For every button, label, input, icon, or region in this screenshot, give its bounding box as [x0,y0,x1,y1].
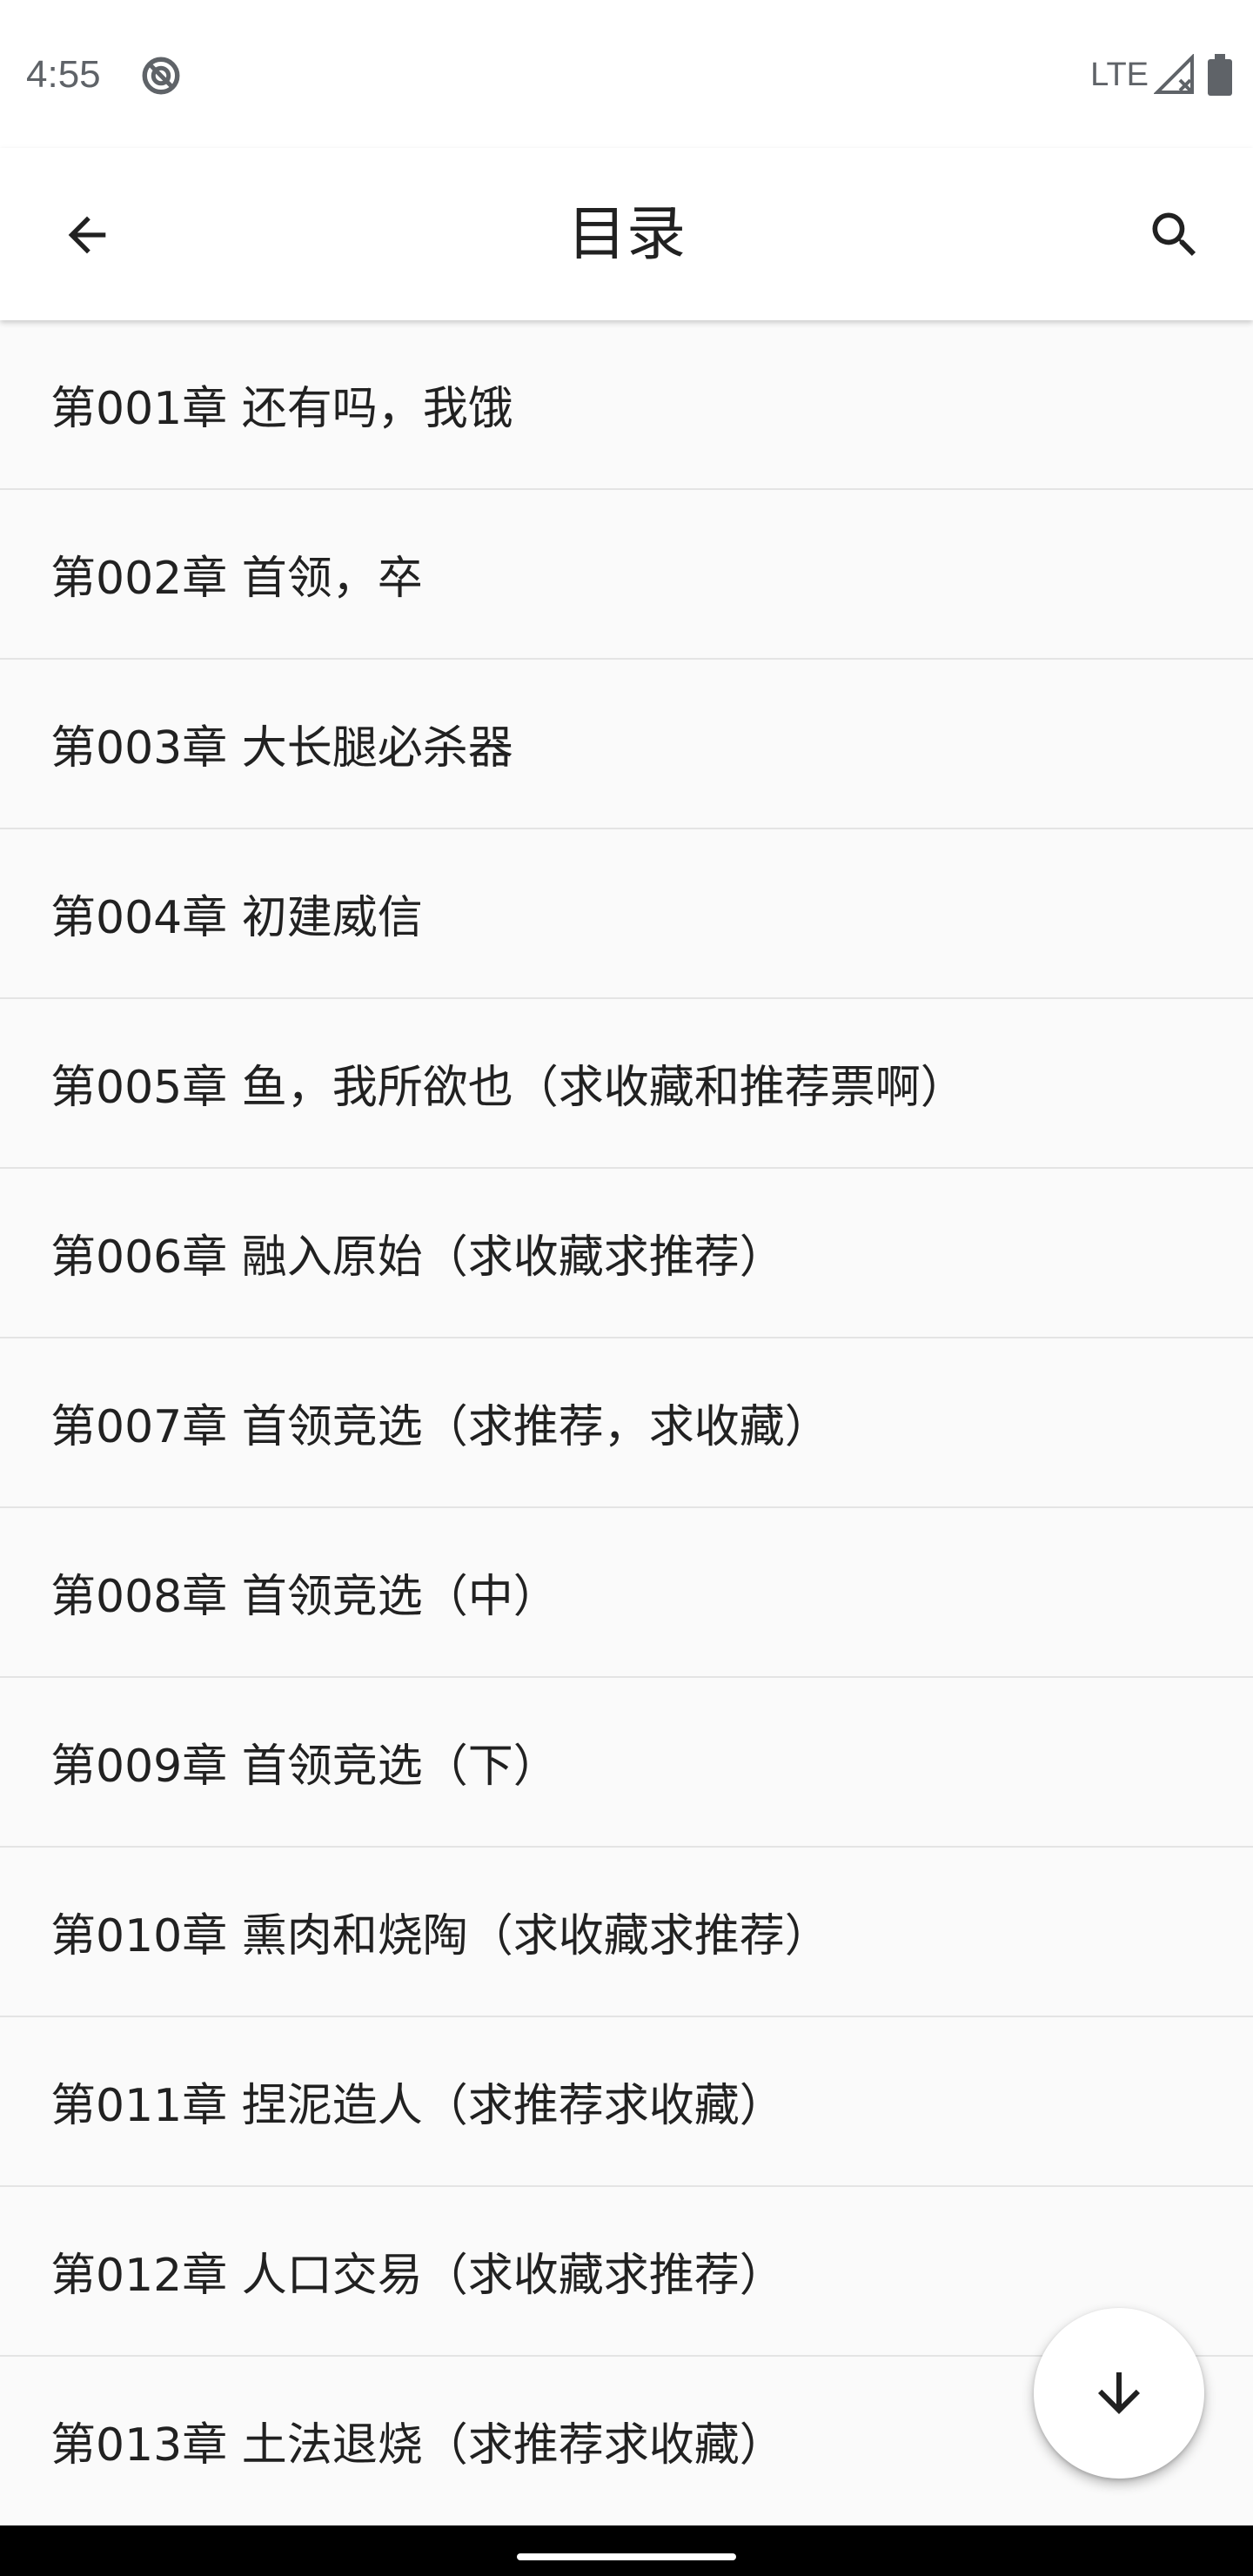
chapter-item[interactable]: 第004章 初建威信 [0,829,1253,999]
search-button[interactable] [1131,191,1218,278]
do-not-disturb-icon [142,57,180,95]
chapter-item[interactable]: 第003章 大长腿必杀器 [0,660,1253,829]
signal-icon [1154,54,1194,94]
chapter-item[interactable]: 第006章 融入原始（求收藏求推荐） [0,1169,1253,1338]
home-gesture-handle[interactable] [517,2553,736,2560]
navigation-bar [0,2526,1253,2576]
app-bar: 目录 [0,148,1253,320]
screen: 4:55 LTE 目录 第001章 还有吗，我饿 第002章 首领，卒 第003… [0,0,1253,2576]
chapter-item[interactable]: 第011章 捏泥造人（求推荐求收藏） [0,2017,1253,2187]
chapter-item[interactable]: 第007章 首领竞选（求推荐，求收藏） [0,1338,1253,1508]
chapter-item[interactable]: 第001章 还有吗，我饿 [0,320,1253,490]
network-type: LTE [1090,56,1149,93]
status-bar: 4:55 LTE [0,0,1253,148]
search-icon [1152,212,1196,257]
status-indicators: LTE [1090,49,1232,101]
status-time: 4:55 [26,53,101,96]
chapter-item[interactable]: 第008章 首领竞选（中） [0,1508,1253,1678]
arrow-down-icon [1098,2372,1140,2414]
battery-icon [1208,54,1232,96]
scroll-to-bottom-button[interactable] [1034,2308,1204,2479]
chapter-list: 第001章 还有吗，我饿 第002章 首领，卒 第003章 大长腿必杀器 第00… [0,320,1253,2526]
chapter-item[interactable]: 第005章 鱼，我所欲也（求收藏和推荐票啊） [0,999,1253,1169]
chapter-item[interactable]: 第002章 首领，卒 [0,490,1253,660]
chapter-item[interactable]: 第010章 熏肉和烧陶（求收藏求推荐） [0,1848,1253,2017]
chapter-item[interactable]: 第009章 首领竞选（下） [0,1678,1253,1848]
page-title: 目录 [566,200,686,269]
